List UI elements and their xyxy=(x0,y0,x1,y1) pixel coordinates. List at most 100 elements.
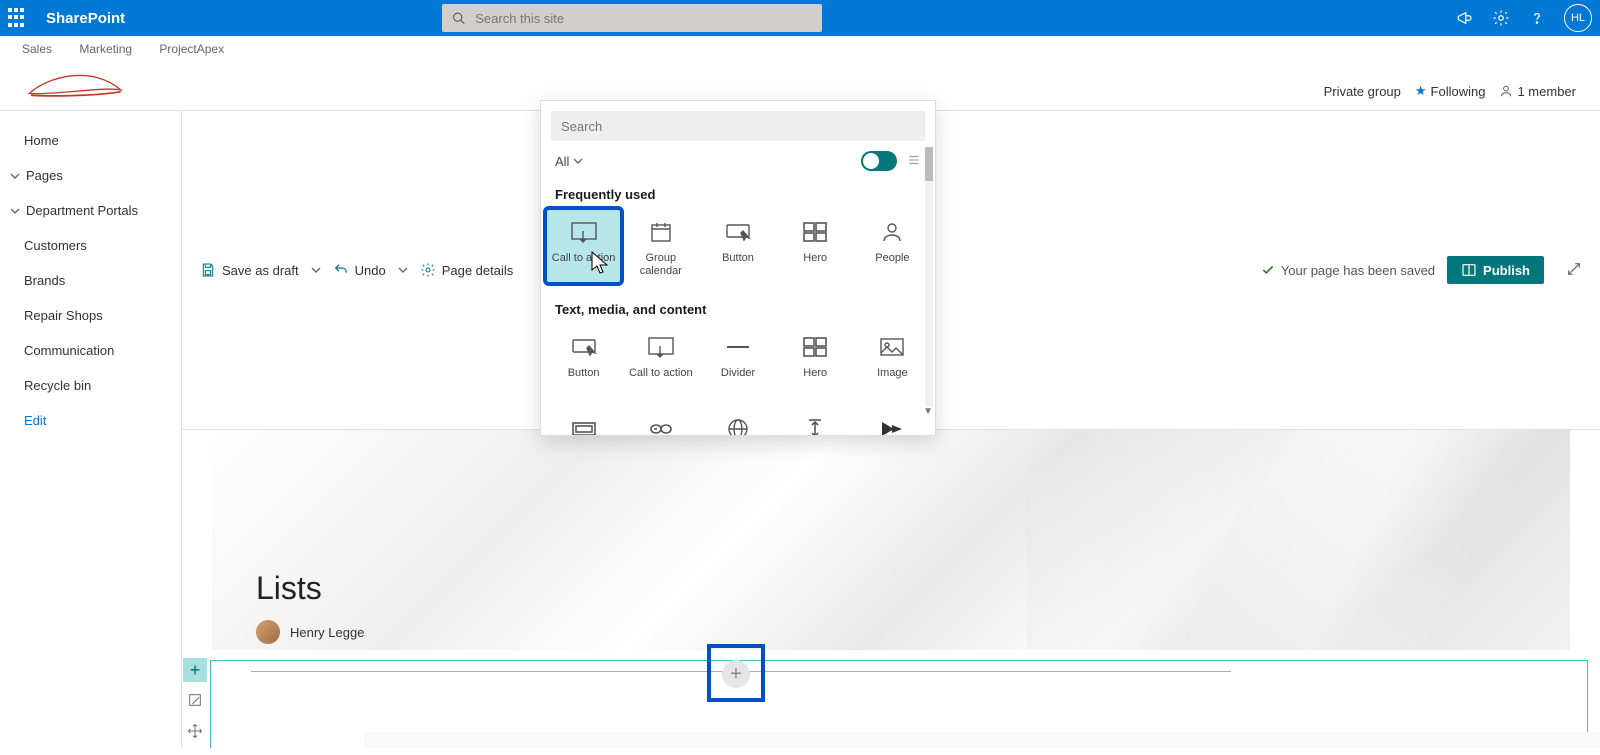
toolbox-filter-all[interactable]: All xyxy=(555,154,583,169)
toolbox-search[interactable] xyxy=(551,111,925,141)
site-logo[interactable] xyxy=(22,60,128,104)
chevron-down-icon xyxy=(10,171,20,181)
undo-chevron[interactable] xyxy=(398,265,408,275)
brand-label: SharePoint xyxy=(46,10,125,27)
toolbox-scrollbar[interactable]: ▼ xyxy=(925,147,933,407)
nav-label: Department Portals xyxy=(26,203,138,218)
link-icon xyxy=(648,415,674,435)
view-toggle[interactable] xyxy=(861,151,897,171)
toolbox-search-input[interactable] xyxy=(561,119,915,134)
edit-section-icon[interactable] xyxy=(187,692,203,713)
nav-repair-shops[interactable]: Repair Shops xyxy=(18,298,181,333)
toolbox-section-title-2: Text, media, and content xyxy=(541,292,935,321)
expand-button[interactable] xyxy=(1566,261,1582,280)
horizontal-scrollbar[interactable]: ▶ xyxy=(364,732,1600,748)
webpart-hero[interactable]: Hero xyxy=(779,210,852,282)
call-to-action-icon xyxy=(647,333,675,361)
following-button[interactable]: ★ Following xyxy=(1415,83,1486,99)
stream-icon xyxy=(880,415,904,435)
webpart-peek-2[interactable] xyxy=(624,407,697,435)
left-navigation: Home Pages Department Portals Customers … xyxy=(0,111,182,748)
webpart-peek-5[interactable] xyxy=(856,407,929,435)
webpart-label: Divider xyxy=(721,367,755,380)
webpart-label: Hero xyxy=(803,367,827,380)
webpart-button-2[interactable]: Button xyxy=(547,325,620,397)
webpart-button[interactable]: Button xyxy=(701,210,774,282)
hub-links: Sales Marketing ProjectApex xyxy=(0,36,1600,56)
chevron-down-icon xyxy=(311,265,321,275)
page-title[interactable]: Lists xyxy=(256,570,322,607)
app-launcher-icon[interactable] xyxy=(8,8,28,28)
chevron-down-icon xyxy=(573,156,583,166)
layout-icon xyxy=(571,415,597,435)
people-icon xyxy=(880,218,904,246)
add-section-button[interactable]: + xyxy=(183,658,207,682)
page-header[interactable]: Lists Henry Legge xyxy=(212,430,1570,650)
nav-pages[interactable]: Pages xyxy=(4,158,181,193)
webpart-peek-4[interactable] xyxy=(779,407,852,435)
suite-bar: SharePoint HL xyxy=(0,0,1600,36)
nav-customers[interactable]: Customers xyxy=(18,228,181,263)
move-section-icon[interactable] xyxy=(187,723,203,744)
nav-recycle-bin[interactable]: Recycle bin xyxy=(18,368,181,403)
site-status-row: Private group ★ Following 1 member xyxy=(1286,77,1600,105)
undo-icon xyxy=(333,262,349,278)
add-webpart-button[interactable]: + xyxy=(722,660,750,688)
hublink-projectapex[interactable]: ProjectApex xyxy=(159,42,224,56)
publish-icon xyxy=(1461,262,1477,278)
publish-button[interactable]: Publish xyxy=(1447,256,1544,284)
webpart-label: Call to action xyxy=(629,367,693,380)
global-search[interactable] xyxy=(442,4,822,32)
divider-icon xyxy=(725,333,751,361)
search-input[interactable] xyxy=(475,11,812,26)
webpart-call-to-action[interactable]: Call to action xyxy=(547,210,620,282)
check-icon xyxy=(1261,263,1275,277)
webpart-divider[interactable]: Divider xyxy=(701,325,774,397)
nav-home[interactable]: Home xyxy=(18,123,181,158)
saved-label: Your page has been saved xyxy=(1281,263,1435,278)
webpart-image[interactable]: Image xyxy=(856,325,929,397)
nav-department-portals[interactable]: Department Portals xyxy=(4,193,181,228)
button-icon xyxy=(571,333,597,361)
megaphone-icon[interactable] xyxy=(1456,9,1474,27)
publish-label: Publish xyxy=(1483,263,1530,278)
members-button[interactable]: 1 member xyxy=(1499,84,1576,99)
webpart-people[interactable]: People xyxy=(856,210,929,282)
webpart-peek-3[interactable] xyxy=(701,407,774,435)
nav-edit[interactable]: Edit xyxy=(18,403,181,438)
webpart-peek-1[interactable] xyxy=(547,407,620,435)
scroll-down-icon[interactable]: ▼ xyxy=(923,406,933,417)
user-avatar[interactable]: HL xyxy=(1564,4,1592,32)
list-view-icon[interactable] xyxy=(907,153,921,170)
undo-button[interactable]: Undo xyxy=(333,262,386,278)
saved-status: Your page has been saved xyxy=(1261,263,1435,278)
hublink-marketing[interactable]: Marketing xyxy=(79,42,132,56)
gear-icon xyxy=(420,262,436,278)
webpart-toolbox: All Frequently used Call to action Group… xyxy=(540,100,936,436)
save-icon xyxy=(200,262,216,278)
chevron-down-icon xyxy=(10,206,20,216)
webpart-label: Button xyxy=(568,367,600,380)
webpart-hero-2[interactable]: Hero xyxy=(779,325,852,397)
hero-icon xyxy=(803,333,827,361)
page-details-button[interactable]: Page details xyxy=(420,262,514,278)
hublink-sales[interactable]: Sales xyxy=(22,42,52,56)
webpart-call-to-action-2[interactable]: Call to action xyxy=(624,325,697,397)
help-icon[interactable] xyxy=(1528,9,1546,27)
nav-communication[interactable]: Communication xyxy=(18,333,181,368)
call-to-action-icon xyxy=(570,218,598,246)
nav-label: Edit xyxy=(24,413,46,428)
members-label: 1 member xyxy=(1517,84,1576,99)
nav-label: Communication xyxy=(24,343,114,358)
webpart-group-calendar[interactable]: Group calendar xyxy=(624,210,697,282)
nav-brands[interactable]: Brands xyxy=(18,263,181,298)
webpart-label: Image xyxy=(877,367,908,380)
save-label: Save as draft xyxy=(222,263,299,278)
nav-label: Pages xyxy=(26,168,63,183)
save-draft-button[interactable]: Save as draft xyxy=(200,262,299,278)
gear-icon[interactable] xyxy=(1492,9,1510,27)
author-avatar xyxy=(256,620,280,644)
nav-label: Brands xyxy=(24,273,65,288)
globe-icon xyxy=(727,415,749,435)
save-chevron[interactable] xyxy=(311,265,321,275)
